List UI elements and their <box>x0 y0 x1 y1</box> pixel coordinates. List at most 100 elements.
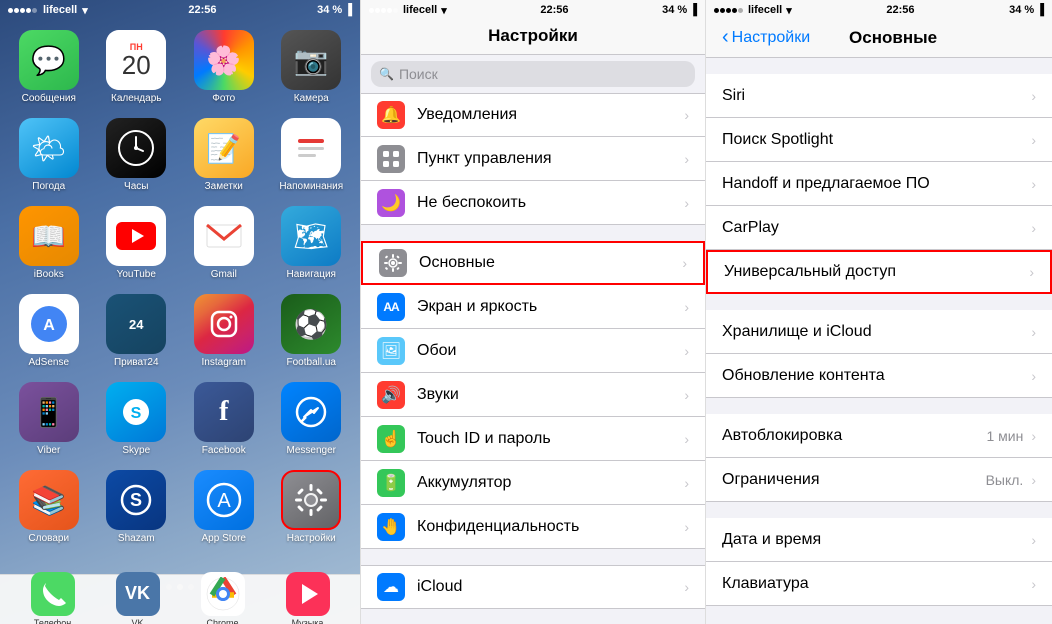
carplay-chevron: › <box>1031 220 1036 236</box>
app-reminders[interactable]: Напоминания <box>275 118 349 192</box>
settings-search-bar[interactable]: 🔍 Поиск <box>371 61 695 87</box>
general-item-autolock[interactable]: Автоблокировка 1 мин › <box>706 414 1052 458</box>
app-weather[interactable]: 🌤 Погода <box>12 118 86 192</box>
svg-text:S: S <box>130 490 142 510</box>
status-bar-1: lifecell ▾ 22:56 34 % ▐ <box>0 0 360 20</box>
wallpaper-chevron: › <box>684 343 689 359</box>
time-2: 22:56 <box>540 4 568 16</box>
restrictions-label: Ограничения <box>722 471 986 489</box>
settings-item-privacy[interactable]: 🤚 Конфиденциальность › <box>361 505 705 549</box>
app-ibooks[interactable]: 📖 iBooks <box>12 206 86 280</box>
dnd-icon: 🌙 <box>377 189 405 217</box>
storage-label: Хранилище и iCloud <box>722 323 1031 341</box>
signal-dot <box>20 8 25 13</box>
app-privat24-label: Приват24 <box>114 357 159 368</box>
general-item-datetime[interactable]: Дата и время › <box>706 518 1052 562</box>
settings-item-general[interactable]: Основные › <box>361 241 705 285</box>
general-spacer-3 <box>706 502 1052 518</box>
app-shazam-icon: S <box>106 470 166 530</box>
settings-item-notifications[interactable]: 🔔 Уведомления › <box>361 93 705 137</box>
general-chevron: › <box>682 255 687 271</box>
app-messages[interactable]: 💬 Сообщения <box>12 30 86 104</box>
app-weather-icon: 🌤 <box>19 118 79 178</box>
autolock-chevron: › <box>1031 428 1036 444</box>
controlcenter-chevron: › <box>684 151 689 167</box>
app-ibooks-icon: 📖 <box>19 206 79 266</box>
touchid-label: Touch ID и пароль <box>417 430 684 448</box>
settings-item-sounds[interactable]: 🔊 Звуки › <box>361 373 705 417</box>
controlcenter-icon <box>377 145 405 173</box>
settings-item-touchid[interactable]: ☝ Touch ID и пароль › <box>361 417 705 461</box>
general-item-spotlight[interactable]: Поиск Spotlight › <box>706 118 1052 162</box>
dock-music-label: Музыка <box>292 618 324 624</box>
app-viber-label: Viber <box>37 445 60 456</box>
app-adsense[interactable]: A AdSense <box>12 294 86 368</box>
app-facebook[interactable]: f Facebook <box>187 382 261 456</box>
general-icon <box>379 249 407 277</box>
settings-item-icloud[interactable]: ☁ iCloud › <box>361 565 705 609</box>
app-clock[interactable]: Часы <box>100 118 174 192</box>
app-navigation[interactable]: 🗺 Навигация <box>275 206 349 280</box>
app-messenger[interactable]: Messenger <box>275 382 349 456</box>
s2-dot <box>369 8 374 13</box>
dock-app-phone[interactable]: Телефон <box>31 572 75 624</box>
general-screen: lifecell ▾ 22:56 34 % ▐ ‹ Настройки Осно… <box>706 0 1052 624</box>
app-camera[interactable]: 📷 Камера <box>275 30 349 104</box>
app-football[interactable]: ⚽ Football.ua <box>275 294 349 368</box>
app-settings-home[interactable]: Настройки <box>275 470 349 544</box>
general-item-background[interactable]: Обновление контента › <box>706 354 1052 398</box>
general-item-storage[interactable]: Хранилище и iCloud › <box>706 310 1052 354</box>
battery-pct-2: 34 % <box>662 4 687 16</box>
general-item-carplay[interactable]: CarPlay › <box>706 206 1052 250</box>
app-photos[interactable]: 🌸 Фото <box>187 30 261 104</box>
general-item-keyboard[interactable]: Клавиатура › <box>706 562 1052 606</box>
app-messages-label: Сообщения <box>22 93 76 104</box>
sounds-label: Звуки <box>417 386 684 404</box>
settings-section-1: 🔔 Уведомления › Пункт управления <box>361 93 705 225</box>
settings-item-wallpaper[interactable]: 🖼 Обои › <box>361 329 705 373</box>
app-notes-label: Заметки <box>205 181 243 192</box>
dock-app-music[interactable]: Музыка <box>286 572 330 624</box>
battery-icon-2: ▐ <box>689 4 697 16</box>
back-button[interactable]: ‹ Настройки <box>722 26 810 49</box>
app-appstore-label: App Store <box>202 533 246 544</box>
app-calendar[interactable]: ПН 20 Календарь <box>100 30 174 104</box>
app-gmail[interactable]: Gmail <box>187 206 261 280</box>
settings-spacer-2 <box>361 549 705 565</box>
app-slovari-label: Словари <box>28 533 69 544</box>
app-youtube[interactable]: YouTube <box>100 206 174 280</box>
general-item-siri[interactable]: Siri › <box>706 74 1052 118</box>
app-viber[interactable]: 📱 Viber <box>12 382 86 456</box>
app-skype[interactable]: S Skype <box>100 382 174 456</box>
battery-icon-3: ▐ <box>1036 4 1044 16</box>
app-slovari[interactable]: 📚 Словари <box>12 470 86 544</box>
battery-pct-3: 34 % <box>1009 4 1034 16</box>
sounds-icon: 🔊 <box>377 381 405 409</box>
general-settings-list: Siri › Поиск Spotlight › Handoff и предл… <box>706 58 1052 624</box>
app-privat24[interactable]: 24 Приват24 <box>100 294 174 368</box>
app-shazam[interactable]: S Shazam <box>100 470 174 544</box>
general-item-accessibility[interactable]: Универсальный доступ › <box>706 250 1052 294</box>
app-instagram[interactable]: Instagram <box>187 294 261 368</box>
restrictions-value: Выкл. <box>986 472 1024 488</box>
general-item-restrictions[interactable]: Ограничения Выкл. › <box>706 458 1052 502</box>
settings-item-battery[interactable]: 🔋 Аккумулятор › <box>361 461 705 505</box>
status-bar-2: lifecell ▾ 22:56 34 % ▐ <box>361 0 705 20</box>
search-icon: 🔍 <box>379 67 394 81</box>
dock-app-chrome[interactable]: Chrome <box>201 572 245 624</box>
privacy-chevron: › <box>684 519 689 535</box>
app-photos-icon: 🌸 <box>194 30 254 90</box>
app-notes[interactable]: 📝 Заметки <box>187 118 261 192</box>
app-appstore[interactable]: A App Store <box>187 470 261 544</box>
settings-item-display[interactable]: AA Экран и яркость › <box>361 285 705 329</box>
dock-app-vk[interactable]: VK VK <box>116 572 160 624</box>
settings-item-controlcenter[interactable]: Пункт управления › <box>361 137 705 181</box>
app-messenger-label: Messenger <box>287 445 336 456</box>
signal-dot <box>26 8 31 13</box>
restrictions-chevron: › <box>1031 472 1036 488</box>
battery-label: Аккумулятор <box>417 474 684 492</box>
settings-item-dnd[interactable]: 🌙 Не беспокоить › <box>361 181 705 225</box>
general-nav: ‹ Настройки Основные <box>706 20 1052 57</box>
touchid-chevron: › <box>684 431 689 447</box>
general-item-handoff[interactable]: Handoff и предлагаемое ПО › <box>706 162 1052 206</box>
